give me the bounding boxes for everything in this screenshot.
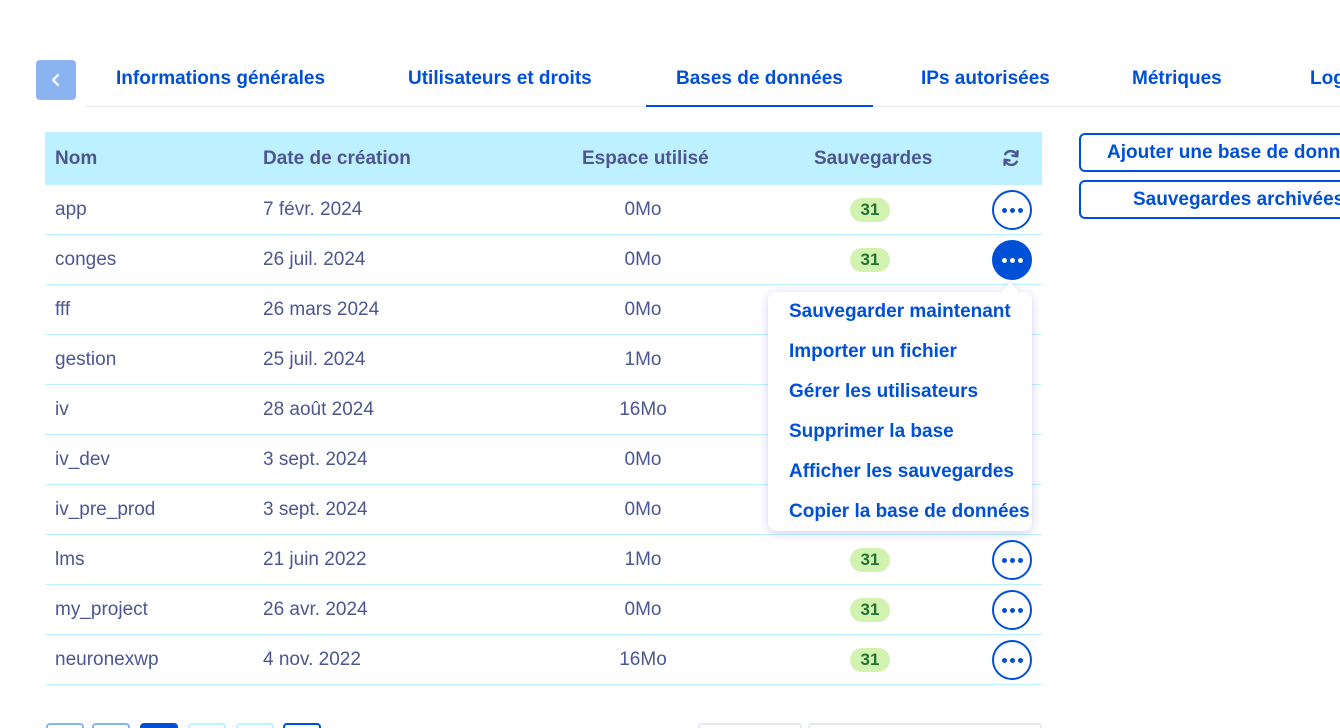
- tab-bar: Informations générales Utilisateurs et d…: [86, 60, 1340, 107]
- row-actions-button[interactable]: [992, 190, 1032, 230]
- db-created-date: 3 sept. 2024: [263, 499, 368, 520]
- db-name: my_project: [55, 599, 148, 620]
- more-dots-icon-dot: [1009, 207, 1015, 213]
- table-row: neuronexwp 4 nov. 2022 16Mo 31: [45, 635, 1042, 685]
- pagination-next[interactable]: [236, 723, 274, 728]
- row-actions-button[interactable]: [992, 540, 1032, 580]
- menu-item-copy-database[interactable]: Copier la base de données: [789, 492, 1030, 532]
- more-dots-icon: [1001, 557, 1007, 563]
- back-button[interactable]: [36, 60, 76, 100]
- row-actions-menu: Sauvegarder maintenant Importer un fichi…: [768, 292, 1032, 531]
- db-name: lms: [55, 549, 85, 570]
- backup-count-badge: 31: [850, 648, 890, 672]
- db-space-used: 0Mo: [624, 249, 662, 270]
- db-created-date: 26 juil. 2024: [263, 249, 366, 270]
- column-header-name[interactable]: Nom: [55, 132, 97, 185]
- db-created-date: 4 nov. 2022: [263, 649, 361, 670]
- refresh-icon[interactable]: [1001, 148, 1021, 168]
- more-dots-icon-dot: [1009, 657, 1015, 663]
- more-dots-icon-dot: [1017, 257, 1023, 263]
- more-dots-icon-dot: [1017, 557, 1023, 563]
- more-dots-icon: [1001, 207, 1007, 213]
- db-space-used: 0Mo: [624, 449, 662, 470]
- db-created-date: 26 mars 2024: [263, 299, 380, 320]
- pagination-last[interactable]: [283, 723, 321, 728]
- table-row: conges 26 juil. 2024 0Mo 31: [45, 235, 1042, 285]
- db-name: iv_pre_prod: [55, 499, 156, 520]
- tab-general-info[interactable]: Informations générales: [116, 60, 325, 107]
- tab-users-rights[interactable]: Utilisateurs et droits: [408, 60, 592, 107]
- db-space-used: 1Mo: [624, 549, 662, 570]
- tab-metrics[interactable]: Métriques: [1132, 60, 1222, 107]
- add-database-button[interactable]: Ajouter une base de données: [1079, 133, 1340, 172]
- more-dots-icon-dot: [1017, 657, 1023, 663]
- backup-count-badge: 31: [850, 598, 890, 622]
- more-dots-icon-dot: [1009, 607, 1015, 613]
- more-dots-icon: [1001, 257, 1007, 263]
- db-name: neuronexwp: [55, 649, 159, 670]
- pagination-page-active[interactable]: [140, 723, 178, 728]
- db-space-used: 16Mo: [619, 399, 667, 420]
- column-header-backups: Sauvegardes: [814, 148, 933, 169]
- more-dots-icon-dot: [1009, 257, 1015, 263]
- db-created-date: 3 sept. 2024: [263, 449, 368, 470]
- menu-item-delete-database[interactable]: Supprimer la base: [789, 412, 954, 452]
- db-space-used: 1Mo: [624, 349, 662, 370]
- more-dots-icon: [1001, 657, 1007, 663]
- db-name: gestion: [55, 349, 117, 370]
- tab-logs[interactable]: Logs: [1310, 60, 1340, 107]
- column-header-created[interactable]: Date de création: [263, 132, 411, 185]
- db-name: iv: [55, 399, 69, 420]
- db-space-used: 0Mo: [624, 499, 662, 520]
- db-name: conges: [55, 249, 117, 270]
- db-name: app: [55, 199, 87, 220]
- tab-databases[interactable]: Bases de données: [646, 60, 873, 107]
- menu-item-import-file[interactable]: Importer un fichier: [789, 332, 957, 372]
- menu-item-manage-users[interactable]: Gérer les utilisateurs: [789, 372, 978, 412]
- db-space-used: 0Mo: [624, 599, 662, 620]
- db-space-used: 0Mo: [624, 199, 662, 220]
- db-space-used: 0Mo: [624, 299, 662, 320]
- chevron-left-icon: [51, 73, 60, 87]
- tab-authorized-ips[interactable]: IPs autorisées: [921, 60, 1050, 107]
- db-created-date: 26 avr. 2024: [263, 599, 368, 620]
- page-size-select[interactable]: [698, 723, 802, 728]
- db-created-date: 25 juil. 2024: [263, 349, 366, 370]
- pagination-first[interactable]: [46, 723, 84, 728]
- page-jump-input[interactable]: [808, 723, 1042, 728]
- menu-item-show-backups[interactable]: Afficher les sauvegardes: [789, 452, 1014, 492]
- table-header: Nom Date de création Espace utilisé Sauv…: [45, 132, 1042, 185]
- archived-backups-button[interactable]: Sauvegardes archivées: [1079, 180, 1340, 219]
- row-actions-button[interactable]: [992, 640, 1032, 680]
- backup-count-badge: 31: [850, 198, 890, 222]
- db-name: fff: [55, 299, 71, 320]
- table-row: app 7 févr. 2024 0Mo 31: [45, 185, 1042, 235]
- row-actions-button[interactable]: [992, 590, 1032, 630]
- table-row: lms 21 juin 2022 1Mo 31: [45, 535, 1042, 585]
- db-space-used: 16Mo: [619, 649, 667, 670]
- pagination-prev[interactable]: [92, 723, 130, 728]
- db-created-date: 28 août 2024: [263, 399, 374, 420]
- table-row: my_project 26 avr. 2024 0Mo 31: [45, 585, 1042, 635]
- more-dots-icon-dot: [1017, 207, 1023, 213]
- db-created-date: 7 févr. 2024: [263, 199, 363, 220]
- more-dots-icon-dot: [1009, 557, 1015, 563]
- row-actions-button[interactable]: [992, 240, 1032, 280]
- menu-item-backup-now[interactable]: Sauvegarder maintenant: [789, 292, 1011, 332]
- column-header-space[interactable]: Espace utilisé: [582, 132, 709, 185]
- db-created-date: 21 juin 2022: [263, 549, 367, 570]
- backup-count-badge: 31: [850, 248, 890, 272]
- pagination-page[interactable]: [188, 723, 226, 728]
- more-dots-icon: [1001, 607, 1007, 613]
- backup-count-badge: 31: [850, 548, 890, 572]
- db-name: iv_dev: [55, 449, 110, 470]
- more-dots-icon-dot: [1017, 607, 1023, 613]
